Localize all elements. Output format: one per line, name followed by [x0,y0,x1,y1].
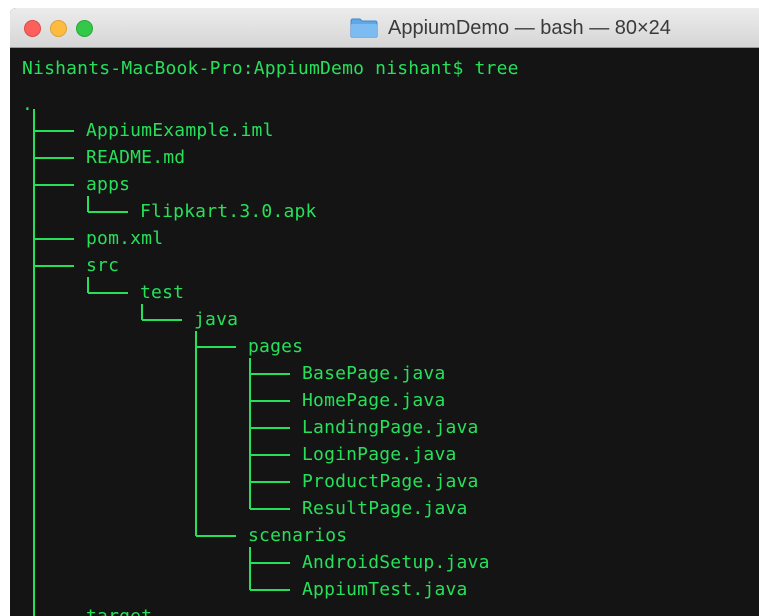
tree-entry: test [140,282,185,303]
tree-entry: apps [86,174,131,195]
folder-icon [350,18,378,38]
tree-entry: AndroidSetup.java [302,552,490,573]
window-title: AppiumDemo — bash — 80×24 [388,17,671,39]
tree-entry: java [194,309,239,330]
tree-entry: scenarios [248,525,348,546]
tree-entry: LoginPage.java [302,444,457,465]
close-window-button[interactable] [24,20,41,37]
zoom-window-button[interactable] [76,20,93,37]
tree-root: . [22,94,34,115]
tree-entry: BasePage.java [302,363,446,384]
tree-entry: ProductPage.java [302,471,479,492]
terminal-window: AppiumDemo — bash — 80×24 Nishants-MacBo… [10,8,759,616]
tree-entry: pom.xml [86,228,164,249]
tree-entry: target [86,606,152,616]
tree-entry: HomePage.java [302,390,446,411]
tree-entry: pages [248,336,304,357]
tree-entry: src [86,255,120,276]
tree-entry: README.md [86,147,186,168]
minimize-window-button[interactable] [50,20,67,37]
terminal-content[interactable]: Nishants-MacBook-Pro:AppiumDemo nishant$… [10,49,759,616]
command-prompt: Nishants-MacBook-Pro:AppiumDemo nishant$… [22,58,519,79]
tree-entry: AppiumExample.iml [86,120,274,141]
tree-entry: LandingPage.java [302,417,479,438]
tree-entry: Flipkart.3.0.apk [140,201,317,222]
tree-entry: AppiumTest.java [302,579,468,600]
title-bar[interactable]: AppiumDemo — bash — 80×24 [10,8,759,48]
tree-entry: ResultPage.java [302,498,468,519]
